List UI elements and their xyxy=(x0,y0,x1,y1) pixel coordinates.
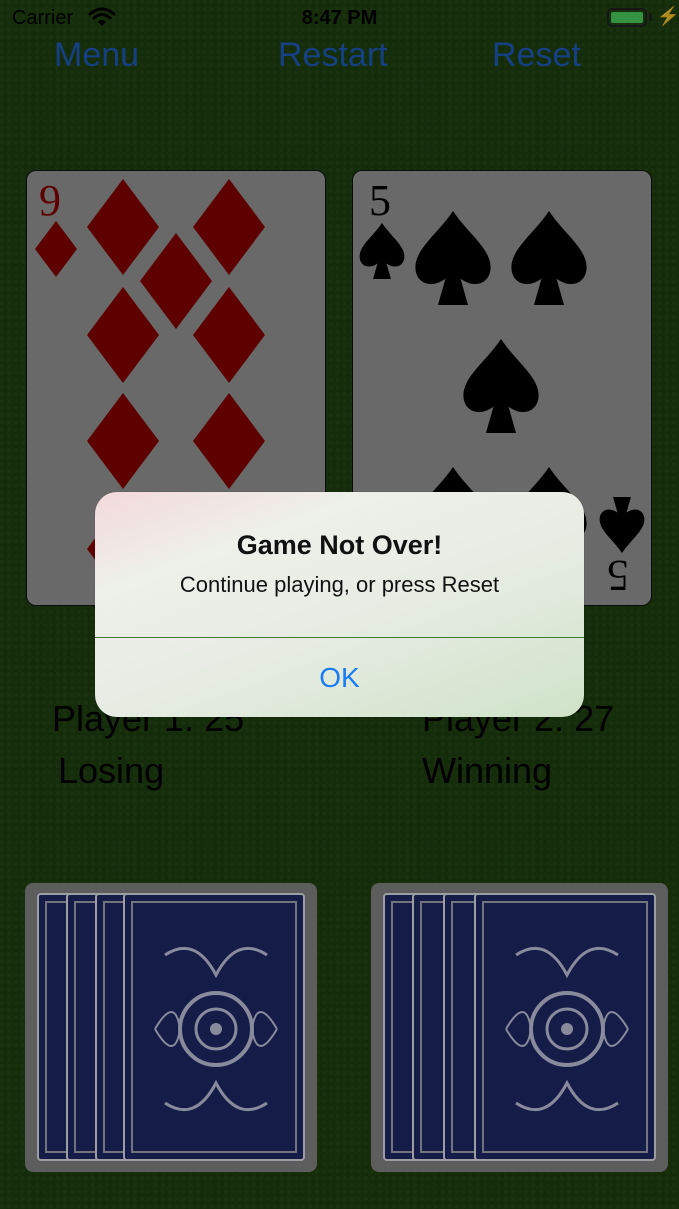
alert-message: Continue playing, or press Reset xyxy=(179,572,500,597)
alert-title: Game Not Over! xyxy=(236,530,443,560)
alert-dialog: Game Not Over! Continue playing, or pres… xyxy=(95,492,584,717)
ok-button[interactable]: OK xyxy=(95,638,584,717)
